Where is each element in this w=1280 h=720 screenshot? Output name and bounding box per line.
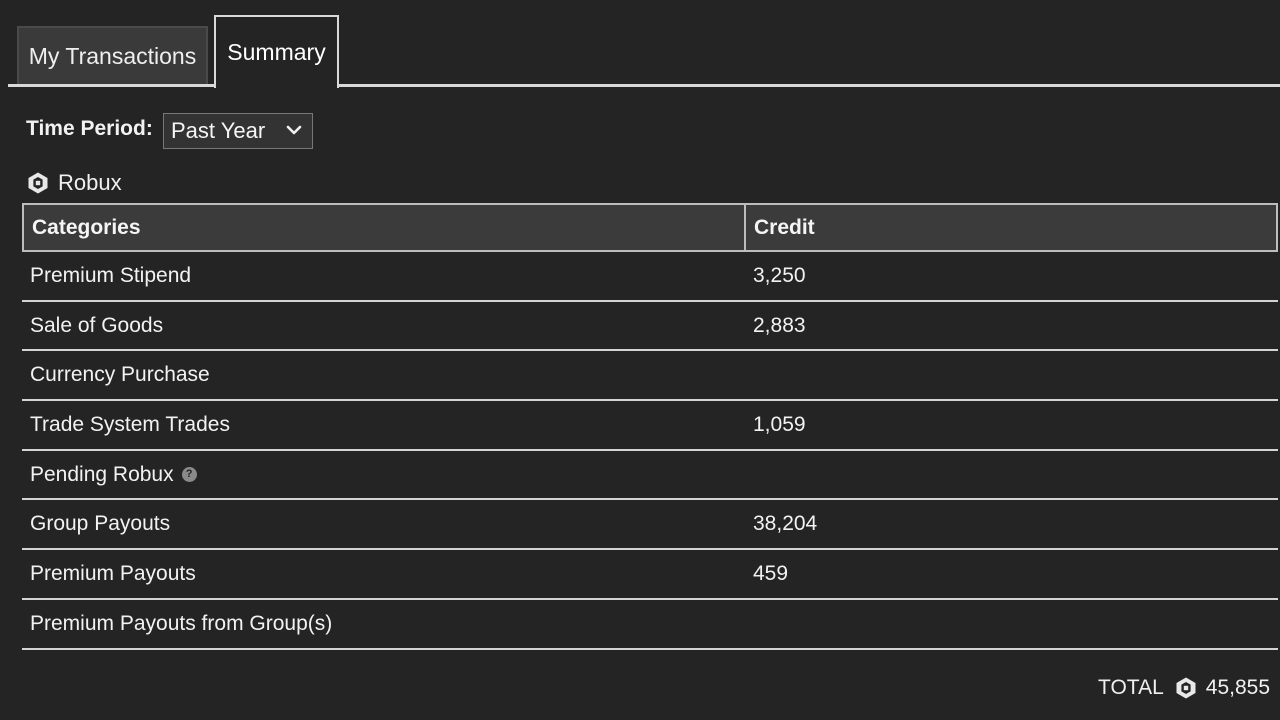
table-row: Trade System Trades 1,059: [22, 401, 1278, 451]
time-period-label: Time Period:: [26, 117, 153, 140]
table-row: Premium Payouts 459: [22, 550, 1278, 600]
category-cell: Sale of Goods: [22, 314, 745, 338]
table-body: Premium Stipend 3,250 Sale of Goods 2,883 Cu…: [22, 252, 1278, 650]
category-label: Trade System Trades: [30, 412, 230, 436]
help-icon[interactable]: ?: [181, 467, 197, 483]
category-label: Premium Payouts from Group(s): [30, 611, 333, 635]
category-cell: Premium Payouts from Group(s): [22, 612, 745, 636]
robux-icon: [1174, 676, 1198, 700]
category-label: Sale of Goods: [30, 313, 164, 337]
tab-summary[interactable]: Summary: [214, 15, 339, 88]
credit-cell: 459: [753, 561, 789, 585]
tab-underline: [8, 84, 1280, 87]
total-label: TOTAL: [1098, 676, 1164, 699]
column-header-credit: Credit: [754, 215, 815, 239]
category-cell: Pending Robux?: [22, 463, 745, 487]
chevron-down-icon: [285, 120, 303, 148]
category-label: Currency Purchase: [30, 363, 210, 387]
time-period-select[interactable]: Past Year: [163, 113, 313, 149]
table-row: Currency Purchase: [22, 351, 1278, 402]
credit-cell: 2,883: [753, 313, 806, 337]
credit-cell: 1,059: [753, 412, 806, 436]
table-row: Sale of Goods 2,883: [22, 302, 1278, 352]
table-row: Pending Robux?: [22, 451, 1278, 501]
category-cell: Premium Payouts: [22, 562, 745, 586]
category-label: Premium Stipend: [30, 263, 192, 287]
credit-cell: 3,250: [753, 263, 806, 287]
tab-my-transactions[interactable]: My Transactions: [17, 26, 208, 85]
summary-table: Categories Credit Premium Stipend 3,250 Sa…: [22, 203, 1278, 650]
category-cell: Group Payouts: [22, 512, 745, 536]
currency-header: Robux: [26, 168, 122, 198]
category-label: Premium Payouts: [30, 561, 196, 585]
table-header: Categories Credit: [22, 203, 1278, 252]
category-cell: Trade System Trades: [22, 413, 745, 437]
currency-label: Robux: [58, 170, 122, 195]
table-row: Premium Stipend 3,250: [22, 252, 1278, 302]
column-header-categories: Categories: [24, 205, 746, 250]
category-cell: Premium Stipend: [22, 264, 745, 288]
total-value: 45,855: [1205, 676, 1270, 699]
credit-cell: 38,204: [753, 512, 818, 536]
category-label: Group Payouts: [30, 512, 171, 536]
time-period-value: Past Year: [171, 118, 266, 143]
category-label: Pending Robux: [30, 462, 174, 486]
category-cell: Currency Purchase: [22, 363, 745, 387]
tab-bar: My Transactions Summary: [0, 0, 1280, 88]
total-row: TOTAL 45,855: [1098, 673, 1270, 703]
robux-icon: [26, 171, 50, 195]
table-row: Premium Payouts from Group(s): [22, 600, 1278, 650]
table-row: Group Payouts 38,204: [22, 500, 1278, 551]
